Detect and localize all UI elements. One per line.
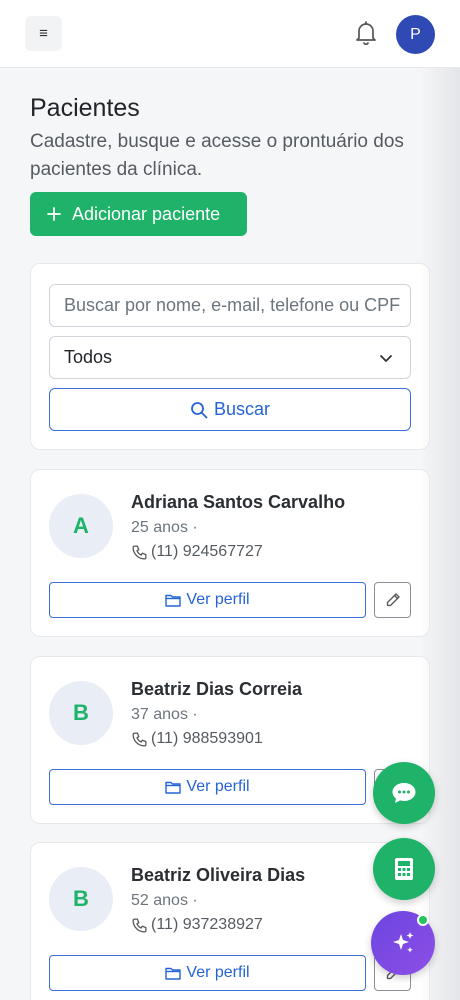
view-profile-button[interactable]: Ver perfil: [49, 582, 366, 618]
page-title: Pacientes: [30, 94, 140, 122]
phone-icon: [132, 544, 147, 560]
patient-age: 25 anos ·: [131, 519, 198, 536]
patient-phone-row: (11) 924567727: [131, 543, 263, 561]
patient-name: Beatriz Dias Correia: [131, 679, 303, 699]
status-filter-select[interactable]: Todos: [49, 336, 411, 379]
notifications-button[interactable]: [354, 20, 378, 46]
menu-icon: ≡: [39, 25, 48, 42]
patient-phone: (11) 937238927: [151, 916, 263, 933]
add-patient-button[interactable]: Adicionar paciente: [30, 192, 247, 236]
calculator-icon: [395, 858, 413, 880]
plus-icon: [47, 207, 61, 221]
patient-phone: (11) 924567727: [151, 543, 263, 560]
patient-phone-row: (11) 988593901: [131, 730, 263, 748]
patient-phone: (11) 988593901: [151, 730, 263, 747]
sparkles-icon: [393, 932, 414, 953]
view-profile-label: Ver perfil: [186, 591, 250, 608]
chat-fab-button[interactable]: [373, 762, 435, 824]
view-profile-button[interactable]: Ver perfil: [49, 769, 366, 805]
patient-card: B Beatriz Oliveira Dias 52 anos · (11) 9…: [30, 842, 430, 1000]
folder-icon: [165, 594, 182, 607]
status-filter-value: Todos: [64, 347, 113, 367]
user-avatar[interactable]: P: [396, 15, 435, 54]
page-subtitle: Cadastre, busque e acesse o prontuário d…: [30, 131, 404, 180]
patient-card: B Beatriz Dias Correia 37 anos · (11) 98…: [30, 656, 430, 824]
folder-icon: [165, 781, 182, 794]
phone-icon: [132, 731, 147, 747]
patient-avatar: A: [49, 494, 113, 558]
top-bar: ≡ P: [0, 0, 460, 68]
patient-name: Adriana Santos Carvalho: [131, 492, 346, 512]
bell-icon: [356, 21, 376, 46]
edit-patient-button[interactable]: [374, 582, 411, 618]
chevron-down-icon: [380, 355, 392, 362]
search-input[interactable]: [49, 284, 411, 327]
patient-avatar: B: [49, 867, 113, 931]
view-profile-label: Ver perfil: [186, 964, 250, 981]
patient-avatar: B: [49, 681, 113, 745]
search-card: Todos Buscar: [30, 263, 430, 450]
online-status-dot: [417, 914, 429, 926]
user-avatar-initial: P: [410, 25, 421, 43]
search-button[interactable]: Buscar: [49, 388, 411, 431]
patient-name: Beatriz Oliveira Dias: [131, 865, 306, 885]
phone-icon: [132, 917, 147, 933]
chat-icon: [392, 783, 416, 803]
search-icon: [191, 401, 208, 418]
calculator-fab-button[interactable]: [373, 838, 435, 900]
patient-card: A Adriana Santos Carvalho 25 anos · (11)…: [30, 469, 430, 637]
search-button-label: Buscar: [213, 399, 271, 419]
menu-button[interactable]: ≡: [25, 16, 62, 51]
pencil-icon: [386, 593, 400, 607]
view-profile-button[interactable]: Ver perfil: [49, 955, 366, 991]
patient-phone-row: (11) 937238927: [131, 916, 263, 934]
folder-icon: [165, 967, 182, 980]
view-profile-label: Ver perfil: [186, 778, 250, 795]
add-patient-label: Adicionar paciente: [72, 203, 221, 224]
patient-age: 37 anos ·: [131, 706, 198, 723]
patient-age: 52 anos ·: [131, 892, 198, 909]
